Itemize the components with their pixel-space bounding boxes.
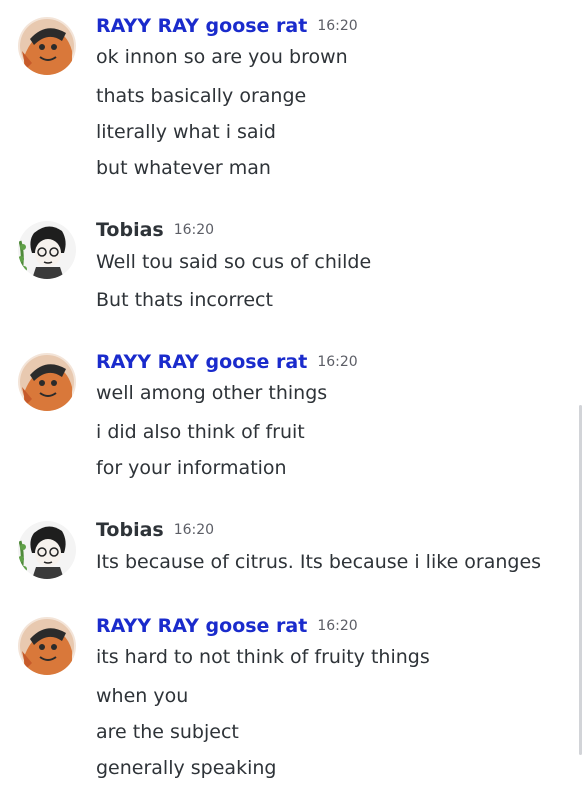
message-header: Tobias 16:20 (96, 219, 214, 245)
message-header: RAYY RAY goose rat 16:20 (96, 15, 358, 41)
tobias-avatar-icon[interactable] (18, 221, 76, 279)
username[interactable]: RAYY RAY goose rat (96, 615, 307, 637)
rayy-avatar-icon[interactable] (18, 617, 76, 675)
message-header: RAYY RAY goose rat 16:20 (96, 615, 358, 641)
message-line: its hard to not think of fruity things (96, 646, 430, 668)
username[interactable]: Tobias (96, 219, 164, 241)
rayy-avatar-icon[interactable] (18, 353, 76, 411)
rayy-avatar-icon[interactable] (18, 17, 76, 75)
timestamp: 16:20 (173, 222, 215, 238)
message-line: but whatever man (96, 157, 271, 179)
message-line: well among other things (96, 382, 328, 404)
message-group: RAYY RAY goose rat 16:20 well among other… (0, 351, 575, 491)
message-group: Tobias 16:20 Well tou said so cus of chil… (0, 219, 575, 319)
timestamp: 16:20 (317, 618, 358, 634)
message-line: when you (96, 685, 189, 707)
message-line: literally what i said (96, 121, 276, 143)
message-line: ok innon so are you brown (96, 46, 348, 68)
message-group: Tobias 16:20 Its because of citrus. Its b… (0, 519, 575, 589)
message-line: i did also think of fruit (96, 421, 305, 443)
chat-message-list[interactable]: RAYY RAY goose rat 16:20 ok innon so are … (0, 0, 585, 800)
message-header: RAYY RAY goose rat 16:20 (96, 351, 358, 377)
username[interactable]: Tobias (96, 519, 164, 541)
timestamp: 16:20 (317, 354, 358, 370)
message-header: Tobias 16:20 (96, 519, 214, 545)
message-line: for your information (96, 457, 287, 479)
message-group: RAYY RAY goose rat 16:20 its hard to not … (0, 615, 575, 795)
tobias-avatar-icon[interactable] (18, 521, 76, 579)
timestamp: 16:20 (317, 18, 358, 34)
username[interactable]: RAYY RAY goose rat (96, 15, 307, 37)
message-line: generally speaking (96, 757, 277, 779)
message-line: thats basically orange (96, 85, 307, 107)
username[interactable]: RAYY RAY goose rat (96, 351, 307, 373)
message-line: Well tou said so cus of childe (96, 251, 372, 273)
message-line: But thats incorrect (96, 289, 273, 311)
message-line: Its because of citrus. Its because i lik… (96, 551, 542, 573)
message-line: are the subject (96, 721, 239, 743)
scrollbar[interactable] (579, 405, 582, 755)
timestamp: 16:20 (173, 522, 215, 538)
message-group: RAYY RAY goose rat 16:20 ok innon so are … (0, 15, 575, 195)
